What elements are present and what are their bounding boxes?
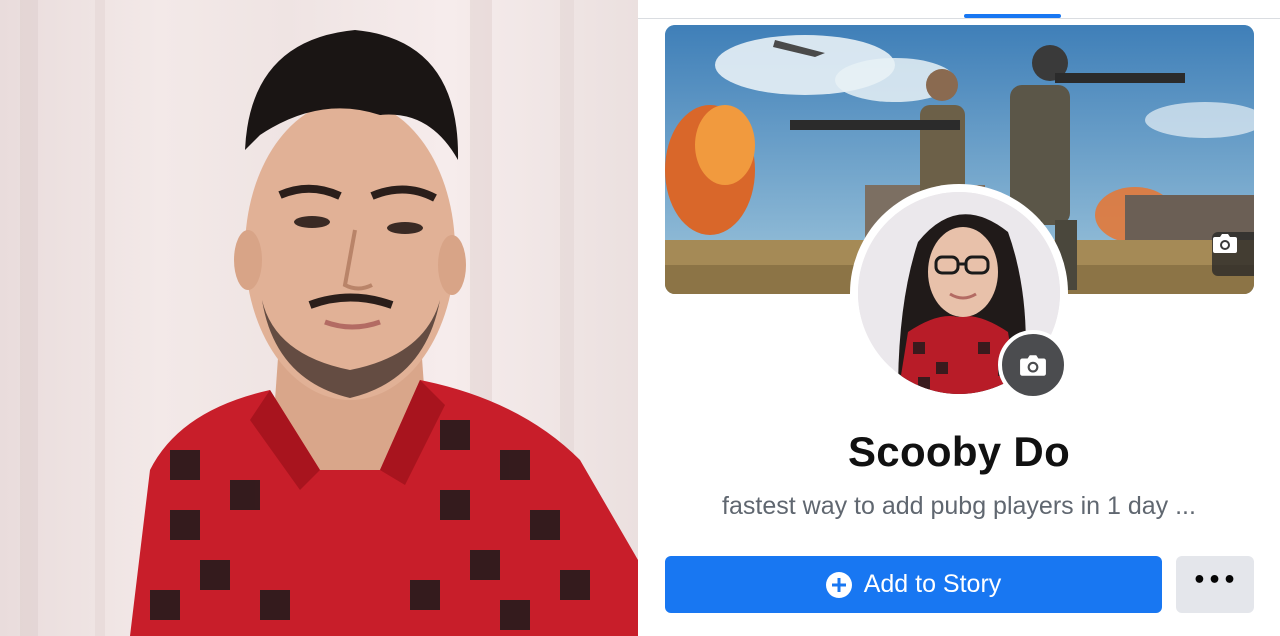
camera-icon (1213, 234, 1237, 253)
selfie-illustration (20, 0, 638, 636)
avatar-camera-button[interactable] (998, 330, 1068, 400)
selfie-photo (0, 0, 638, 636)
more-horizontal-icon: ••• (1192, 567, 1238, 593)
profile-name: Scooby Do (847, 428, 1071, 475)
cover-camera-button[interactable] (1212, 232, 1254, 276)
add-to-story-button[interactable]: Add to Story (665, 556, 1162, 613)
plus-circle-icon (825, 571, 852, 598)
camera-icon (1020, 355, 1046, 376)
active-tab-indicator (964, 14, 1061, 18)
profile-panel: Scooby Do fastest way to add pubg player… (638, 0, 1280, 636)
more-options-button[interactable]: ••• (1176, 556, 1254, 613)
add-to-story-label: Add to Story (863, 570, 1002, 598)
tab-bar (638, 0, 1280, 19)
profile-bio[interactable]: fastest way to add pubg players in 1 day… (638, 492, 1280, 521)
screenshot-composite: Scooby Do fastest way to add pubg player… (0, 0, 1280, 636)
